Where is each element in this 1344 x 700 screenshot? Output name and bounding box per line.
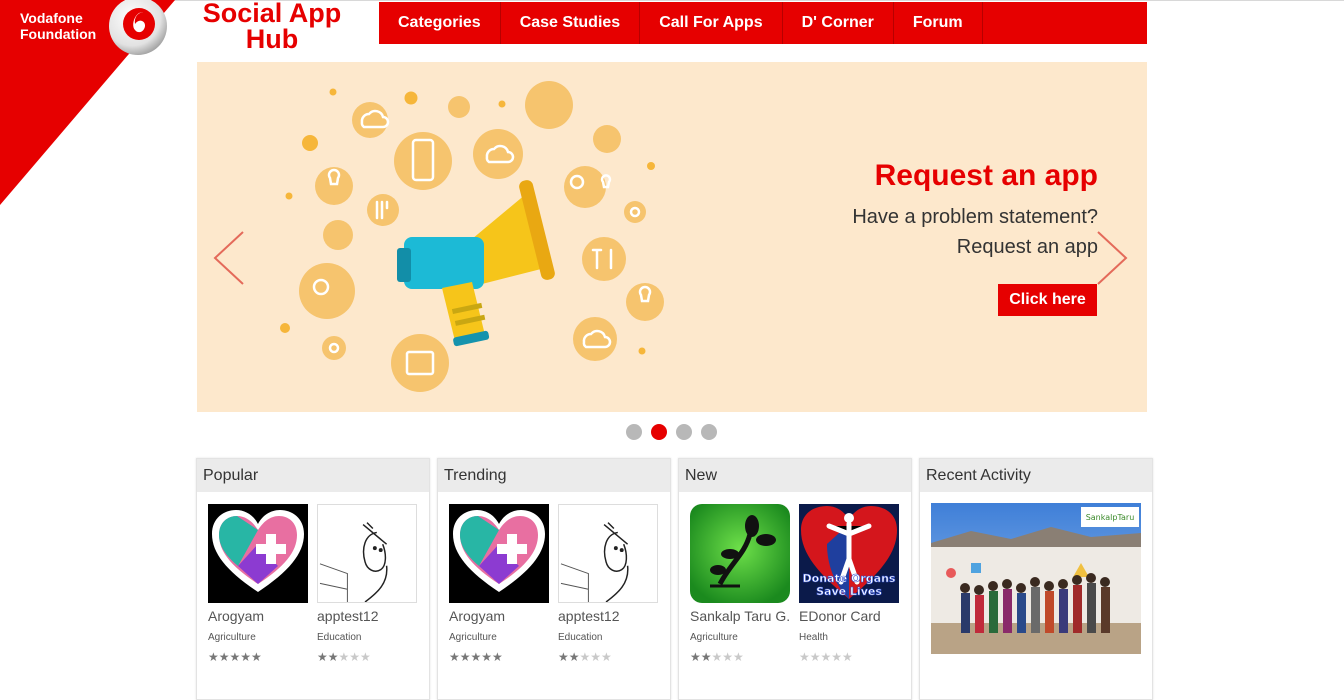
app-name[interactable]: apptest12 [317, 608, 417, 624]
app-name[interactable]: Sankalp Taru G... [690, 608, 790, 624]
edonor-text-line-2: Save Lives [816, 585, 882, 598]
nav-item-d-corner[interactable]: D' Corner [783, 2, 894, 44]
edonor-card-app-icon[interactable]: Donate Organs Save Lives [799, 504, 899, 603]
app-title-line-1: Social App [202, 0, 342, 28]
carousel-dot-4[interactable] [701, 424, 717, 440]
app-category: Education [317, 632, 362, 643]
nav-item-case-studies[interactable]: Case Studies [501, 2, 641, 44]
rating-stars-icon: ★★★★★ [317, 650, 371, 664]
nav-item-forum[interactable]: Forum [894, 2, 983, 44]
rating-stars-icon: ★★★★★ [690, 650, 744, 664]
app-category: Education [558, 632, 603, 643]
apptest12-app-icon[interactable] [317, 504, 417, 603]
main-nav: Categories Case Studies Call For Apps D'… [379, 2, 1147, 44]
carousel-indicators [626, 424, 717, 440]
app-card[interactable]: Donate Organs Save Lives EDonor Card Heal… [799, 504, 899, 663]
hero-title: Request an app [874, 159, 1098, 192]
nav-item-categories[interactable]: Categories [379, 2, 501, 44]
recent-activity-panel: Recent Activity SankalpTaru [919, 458, 1153, 700]
carousel-dot-3[interactable] [676, 424, 692, 440]
new-panel: New Sankalp Taru G... Agriculture ★★★★★ … [678, 458, 912, 700]
rating-stars-icon: ★★★★★ [558, 650, 612, 664]
app-category: Agriculture [690, 632, 738, 643]
panel-title: Trending [438, 459, 670, 492]
rating-stars-icon: ★★★★★ [799, 650, 853, 664]
carousel-dot-2[interactable] [651, 424, 667, 440]
brand-line-2: Foundation [20, 26, 97, 42]
sankalp-taru-app-icon[interactable] [690, 504, 790, 603]
app-category: Agriculture [208, 632, 256, 643]
carousel-prev-arrow-icon[interactable] [211, 230, 247, 286]
app-card[interactable]: apptest12 Education ★★★★★ [558, 504, 658, 663]
app-name[interactable]: apptest12 [558, 608, 658, 624]
app-name[interactable]: EDonor Card [799, 608, 899, 624]
edonor-text-line-1: Donate Organs [803, 572, 896, 585]
app-title[interactable]: Social App Hub [197, 0, 347, 54]
app-card[interactable]: Sankalp Taru G... Agriculture ★★★★★ [690, 504, 790, 663]
hero-subtitle-line-2: Request an app [956, 236, 1098, 258]
app-card[interactable]: Arogyam Agriculture ★★★★★ [208, 504, 308, 663]
rating-stars-icon: ★★★★★ [449, 650, 503, 664]
app-card[interactable]: apptest12 Education ★★★★★ [317, 504, 417, 663]
vodafone-logo-icon[interactable] [107, 0, 169, 57]
app-card[interactable]: Arogyam Agriculture ★★★★★ [449, 504, 549, 663]
nav-item-call-for-apps[interactable]: Call For Apps [640, 2, 783, 44]
panel-title: Recent Activity [920, 459, 1152, 492]
app-category: Agriculture [449, 632, 497, 643]
arogyam-app-icon[interactable] [449, 504, 549, 603]
click-here-button[interactable]: Click here [998, 284, 1097, 316]
carousel-next-arrow-icon[interactable] [1094, 230, 1130, 286]
hero-carousel: Request an app Have a problem statement?… [197, 62, 1147, 412]
recent-activity-photo[interactable]: SankalpTaru [931, 503, 1141, 654]
app-title-line-2: Hub [245, 24, 299, 54]
brand-line-1: Vodafone [20, 10, 83, 26]
panel-title: Popular [197, 459, 429, 492]
arogyam-app-icon[interactable] [208, 504, 308, 603]
rating-stars-icon: ★★★★★ [208, 650, 262, 664]
trending-panel: Trending Arogyam Agriculture ★★★★★ appte… [437, 458, 671, 700]
brand-name[interactable]: Vodafone Foundation [20, 10, 96, 42]
apptest12-app-icon[interactable] [558, 504, 658, 603]
carousel-dot-1[interactable] [626, 424, 642, 440]
panel-title: New [679, 459, 911, 492]
activity-caption: SankalpTaru [1086, 513, 1135, 522]
app-name[interactable]: Arogyam [208, 608, 308, 624]
app-category: Health [799, 632, 828, 643]
hero-subtitle-line-1: Have a problem statement? [852, 206, 1098, 228]
popular-panel: Popular Arogyam Agriculture ★★★★★ apptes… [196, 458, 430, 700]
app-name[interactable]: Arogyam [449, 608, 549, 624]
